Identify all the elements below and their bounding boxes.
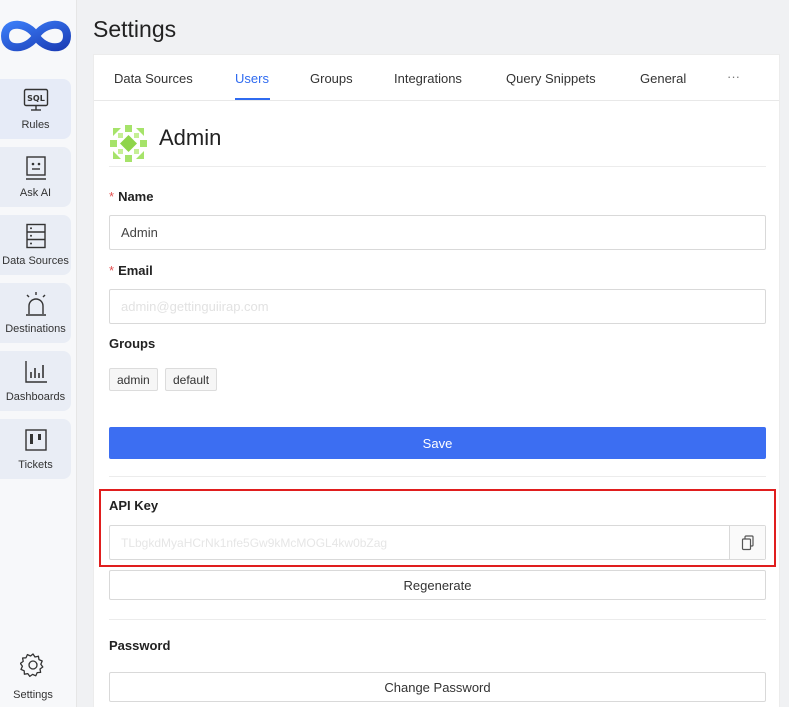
tab-general[interactable]: General (640, 71, 686, 86)
robot-icon (23, 155, 49, 181)
sidebar-item-rules[interactable]: SQL Rules (0, 79, 71, 139)
sidebar-item-data-sources[interactable]: Data Sources (0, 215, 71, 275)
tab-bar: Data Sources Users Groups Integrations Q… (94, 55, 779, 101)
database-icon (23, 223, 49, 249)
tab-users[interactable]: Users (235, 71, 269, 86)
svg-text:SQL: SQL (27, 94, 45, 103)
tab-query-snippets[interactable]: Query Snippets (506, 71, 596, 86)
sidebar-item-label: Ask AI (19, 187, 52, 199)
change-password-button[interactable]: Change Password (109, 672, 766, 702)
page-title: Settings (93, 16, 177, 42)
password-label: Password (109, 638, 171, 653)
user-avatar (109, 124, 148, 163)
sidebar-item-label: Settings (13, 689, 53, 701)
sidebar-item-label: Tickets (18, 459, 53, 471)
group-tag-admin: admin (109, 368, 158, 391)
kanban-icon (23, 427, 49, 453)
sidebar-item-settings[interactable]: Settings (0, 652, 66, 702)
sql-icon: SQL (23, 87, 49, 113)
groups-label: Groups (109, 336, 156, 351)
name-label: * Name (109, 189, 154, 204)
gear-icon (19, 652, 46, 683)
user-name-heading: Admin (159, 125, 222, 150)
email-label: * Email (109, 263, 153, 278)
email-input[interactable]: admin@gettinguiirap.com (109, 289, 766, 324)
bar-chart-icon (23, 359, 49, 385)
group-tag-default: default (165, 368, 218, 391)
more-tabs-button[interactable]: ··· (727, 69, 740, 84)
tab-integrations[interactable]: Integrations (394, 71, 462, 86)
tab-data-sources[interactable]: Data Sources (114, 71, 193, 86)
sidebar-item-ask-ai[interactable]: Ask AI (0, 147, 71, 207)
alarm-icon (23, 291, 49, 317)
sidebar-item-label: Dashboards (5, 391, 66, 403)
settings-card: Data Sources Users Groups Integrations Q… (93, 54, 780, 707)
sidebar-item-label: Destinations (5, 323, 66, 335)
divider (109, 476, 766, 477)
app-logo-icon[interactable] (0, 14, 72, 58)
sidebar-item-tickets[interactable]: Tickets (0, 419, 71, 479)
save-button[interactable]: Save (109, 427, 766, 459)
active-tab-indicator (235, 98, 270, 100)
divider (109, 619, 766, 620)
name-input[interactable]: Admin (109, 215, 766, 250)
sidebar-item-label: Data Sources (2, 255, 69, 267)
tab-groups[interactable]: Groups (310, 71, 353, 86)
sidebar: SQL Rules Ask AI Data Sources Destinatio… (0, 0, 77, 707)
sidebar-item-label: Rules (21, 119, 50, 131)
sidebar-item-destinations[interactable]: Destinations (0, 283, 71, 343)
divider (109, 166, 766, 167)
sidebar-item-dashboards[interactable]: Dashboards (0, 351, 71, 411)
api-key-highlight-box (99, 489, 776, 567)
regenerate-button[interactable]: Regenerate (109, 570, 766, 600)
